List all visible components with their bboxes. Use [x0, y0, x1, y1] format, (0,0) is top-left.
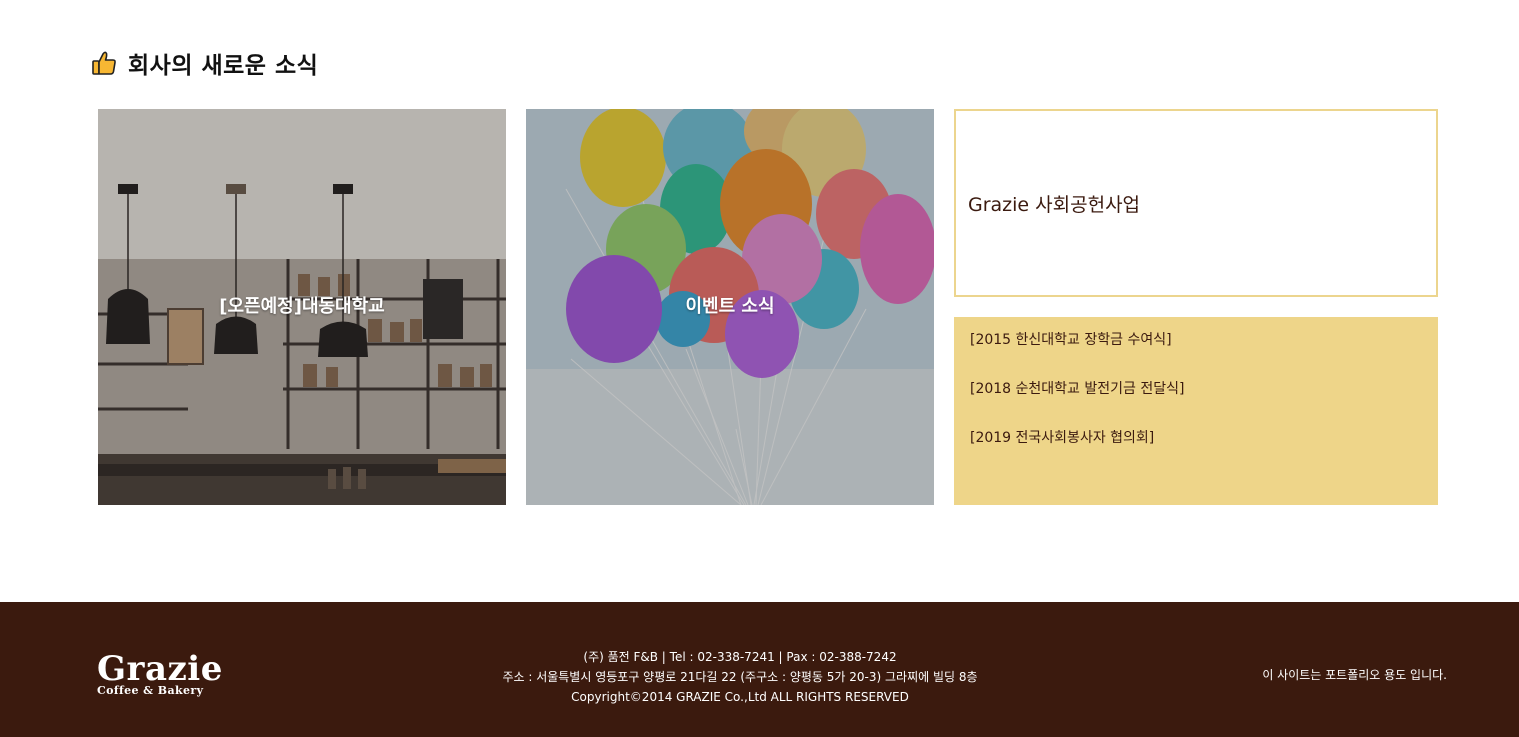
- card-label: [오픈예정]대동대학교: [219, 296, 385, 317]
- promo-title: Grazie 사회공헌사업: [968, 194, 1141, 216]
- thumbs-up-icon: [92, 51, 116, 75]
- news-item[interactable]: [2015 한신대학교 장학금 수여식]: [970, 330, 1184, 379]
- news-list: [2015 한신대학교 장학금 수여식] [2018 순천대학교 발전기금 전달…: [970, 330, 1184, 477]
- logo-main-text: Grazie: [97, 649, 223, 689]
- grazie-logo[interactable]: Grazie Coffee & Bakery: [97, 649, 223, 698]
- footer: Grazie Coffee & Bakery (주) 품전 F&B | Tel …: [0, 602, 1519, 737]
- section-title: 회사의 새로운 소식: [128, 53, 319, 79]
- news-card-event[interactable]: 이벤트 소식: [526, 109, 934, 505]
- section-header: 회사의 새로운 소식: [90, 46, 318, 80]
- page: 회사의 새로운 소식 [오픈예정]대동대학교 이벤트 소식 Grazie 사회공…: [0, 0, 1519, 737]
- footer-info-line: (주) 품전 F&B | Tel : 02-338-7241 | Pax : 0…: [583, 650, 897, 664]
- news-card-cafe-opening[interactable]: [오픈예정]대동대학교: [98, 109, 506, 505]
- news-item[interactable]: [2019 전국사회봉사자 협의회]: [970, 428, 1184, 477]
- news-list-box: [2015 한신대학교 장학금 수여식] [2018 순천대학교 발전기금 전달…: [954, 317, 1438, 505]
- footer-portfolio-note: 이 사이트는 포트폴리오 용도 입니다.: [1262, 668, 1447, 682]
- card-label: 이벤트 소식: [685, 296, 775, 317]
- news-item[interactable]: [2018 순천대학교 발전기금 전달식]: [970, 379, 1184, 428]
- footer-info-line: 주소 : 서울특별시 영등포구 양평로 21다길 22 (주구소 : 양평동 5…: [502, 670, 978, 684]
- social-contribution-link[interactable]: Grazie 사회공헌사업: [954, 109, 1438, 297]
- footer-copyright: Copyright©2014 GRAZIE Co.,Ltd ALL RIGHTS…: [571, 690, 909, 704]
- footer-company-info: (주) 품전 F&B | Tel : 02-338-7241 | Pax : 0…: [440, 647, 1040, 707]
